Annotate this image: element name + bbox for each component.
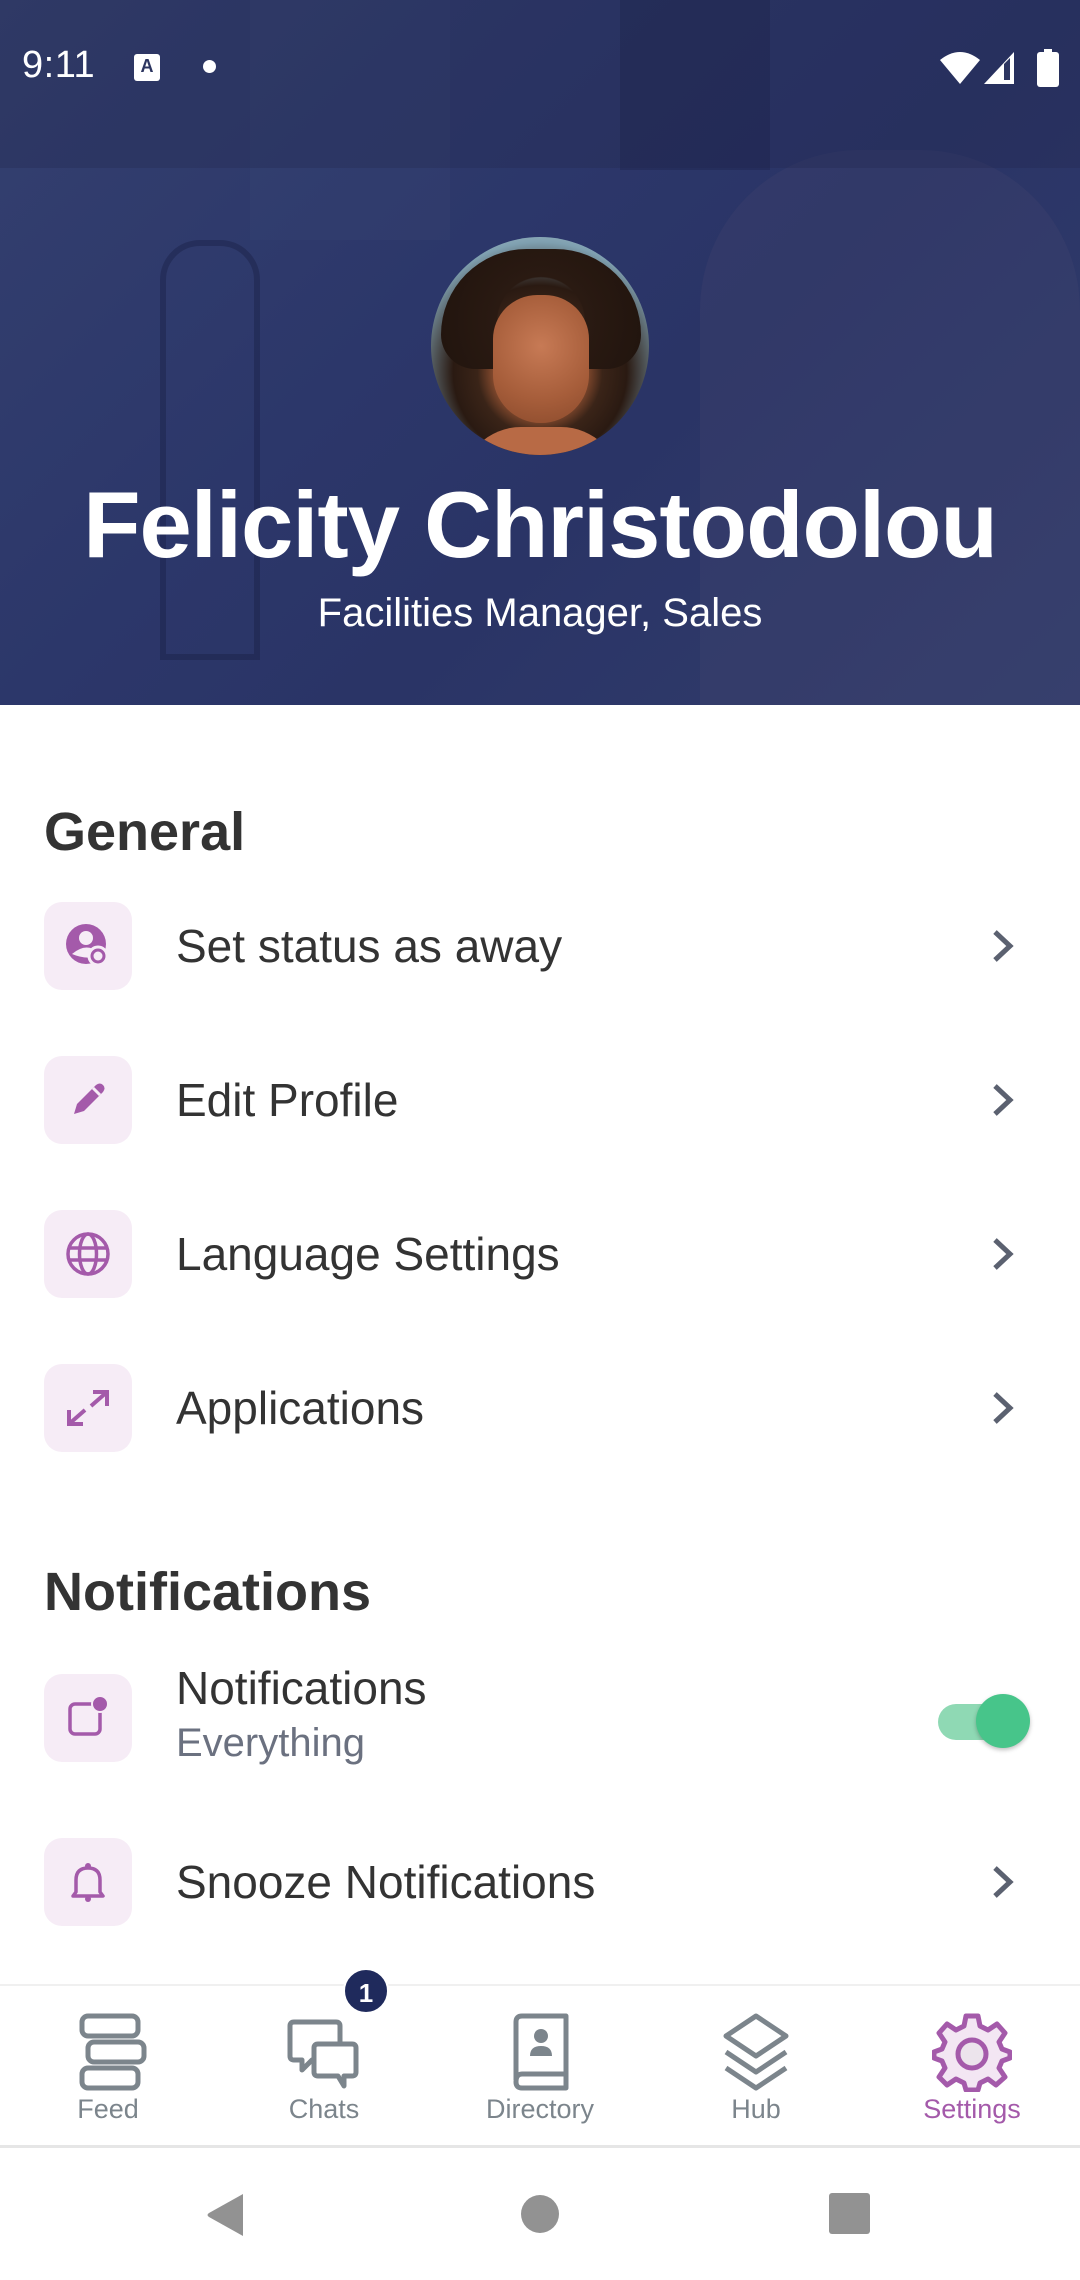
nav-tab-directory[interactable]: Directory	[432, 1986, 648, 2146]
wifi-icon	[940, 52, 980, 84]
notifications-level: Everything	[176, 1721, 365, 1765]
bell-icon	[71, 1863, 105, 1902]
snooze-notifications-row[interactable]: Snooze Notifications	[0, 1812, 1080, 1952]
status-time: 9:11	[22, 44, 96, 86]
chats-icon	[287, 2019, 359, 2089]
chevron-right-icon	[993, 1238, 1014, 1270]
applications-row[interactable]: Applications	[0, 1338, 1080, 1478]
nav-tab-feed[interactable]: Feed	[0, 1986, 216, 2146]
chevron-right-icon	[993, 1084, 1014, 1116]
battery-icon	[1037, 49, 1059, 87]
bell-icon-tile	[44, 1838, 132, 1926]
pencil-icon	[74, 1083, 105, 1114]
toggle-thumb	[976, 1694, 1030, 1748]
nav-label-directory: Directory	[485, 2094, 594, 2124]
avatar-detail	[493, 295, 589, 423]
feed-icon	[79, 2013, 147, 2091]
expand-arrows-icon	[67, 1390, 109, 1426]
edit-profile-row[interactable]: Edit Profile	[0, 1030, 1080, 1170]
profile-header: 9:11 A Felicity Christodolou Facilities …	[0, 0, 1080, 705]
nav-label-feed: Feed	[77, 2094, 139, 2124]
gear-icon	[932, 2013, 1012, 2092]
expand-arrows-icon-tile	[44, 1364, 132, 1452]
status-bar: 9:11 A	[0, 0, 1080, 136]
directory-icon	[513, 2013, 569, 2091]
globe-icon	[66, 1232, 110, 1276]
nav-tab-hub[interactable]: Hub	[648, 1986, 864, 2146]
set-status-away-row[interactable]: Set status as away	[0, 876, 1080, 1016]
globe-icon-tile	[44, 1210, 132, 1298]
pencil-icon-tile	[44, 1056, 132, 1144]
notifications-row[interactable]: Notifications Everything	[0, 1648, 1080, 1788]
notification-icon	[68, 1695, 109, 1736]
language-settings-row[interactable]: Language Settings	[0, 1184, 1080, 1324]
user-away-icon-tile	[44, 902, 132, 990]
avatar-detail	[461, 427, 621, 455]
back-icon[interactable]	[205, 2192, 245, 2238]
section-title-notifications: Notifications	[44, 1562, 372, 1622]
user-away-icon	[66, 924, 109, 967]
notifications-label: Notifications	[176, 1662, 427, 1714]
nav-label-settings: Settings	[923, 2094, 1021, 2124]
dot-icon	[203, 60, 216, 73]
language-settings-label: Language Settings	[176, 1228, 560, 1280]
profile-avatar[interactable]	[431, 237, 649, 455]
chevron-right-icon	[993, 1392, 1014, 1424]
section-title-general: General	[44, 802, 246, 862]
nav-label-chats: Chats	[288, 2094, 360, 2124]
chats-unread-badge: 1	[343, 1968, 389, 2014]
applications-label: Applications	[176, 1382, 425, 1434]
nav-label-hub: Hub	[731, 2094, 781, 2124]
signal-icon	[984, 52, 1014, 84]
notification-icon-tile	[44, 1674, 132, 1762]
system-navigation-bar	[0, 2150, 1080, 2280]
recent-apps-icon[interactable]	[829, 2193, 870, 2234]
home-icon[interactable]	[521, 2195, 559, 2233]
nav-tab-chats[interactable]: Chats	[216, 1986, 432, 2146]
chevron-right-icon	[993, 1866, 1014, 1898]
chevron-right-icon	[993, 930, 1014, 962]
edit-profile-label: Edit Profile	[176, 1074, 399, 1126]
nav-tab-settings[interactable]: Settings	[864, 1986, 1080, 2146]
bottom-navigation: Feed Chats Directory Hub Settings	[0, 1984, 1080, 2148]
set-status-away-label: Set status as away	[176, 920, 563, 972]
profile-name: Felicity Christodolou	[83, 472, 998, 577]
notifications-toggle[interactable]	[938, 1688, 1030, 1748]
keyboard-a-icon: A	[134, 54, 160, 81]
snooze-notifications-label: Snooze Notifications	[176, 1856, 596, 1908]
profile-job-title: Facilities Manager, Sales	[317, 591, 763, 635]
layers-icon	[723, 2013, 789, 2091]
